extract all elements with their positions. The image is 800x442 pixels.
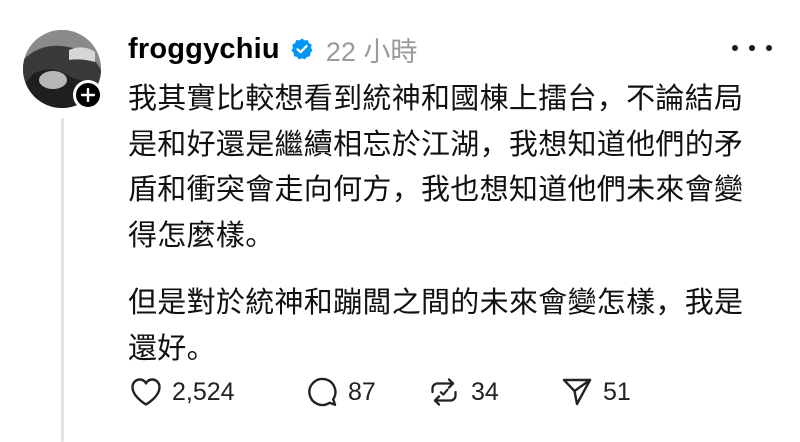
post-timestamp: 22 小時 [325,36,418,67]
post-header: froggychiu 22 小時 [128,30,417,68]
like-count: 2,524 [172,377,235,406]
heart-icon [131,378,161,406]
thread-line [61,118,64,442]
reply-button[interactable]: 87 [306,376,427,408]
repost-icon [431,378,457,406]
share-button[interactable]: 51 [561,376,631,408]
more-options-button[interactable] [732,38,772,58]
share-count: 51 [603,377,631,406]
username[interactable]: froggychiu [128,33,280,66]
action-bar: 2,524 87 34 51 [130,372,631,412]
more-dots-icon [732,45,738,51]
repost-button[interactable]: 34 [427,376,561,408]
post-paragraph: 我其實比較想看到統神和國棟上擂台，不論結局 是和好還是繼續相忘於江湖，我想知道他… [128,81,744,252]
follow-button[interactable] [73,80,103,110]
repost-count: 34 [471,377,499,406]
plus-icon [81,88,95,102]
post-paragraph: 但是對於統神和蹦闆之間的未來會變怎樣，我是 還好。 [128,285,744,365]
send-icon [562,378,592,406]
reply-count: 87 [348,377,376,406]
like-button[interactable]: 2,524 [130,377,306,407]
thread-post: froggychiu 22 小時 我其實比較想看到統神和國棟上擂台，不論結局 是… [0,0,800,442]
verified-badge-icon [290,37,314,61]
comment-icon [308,377,337,407]
post-body: 我其實比較想看到統神和國棟上擂台，不論結局 是和好還是繼續相忘於江湖，我想知道他… [128,76,778,371]
